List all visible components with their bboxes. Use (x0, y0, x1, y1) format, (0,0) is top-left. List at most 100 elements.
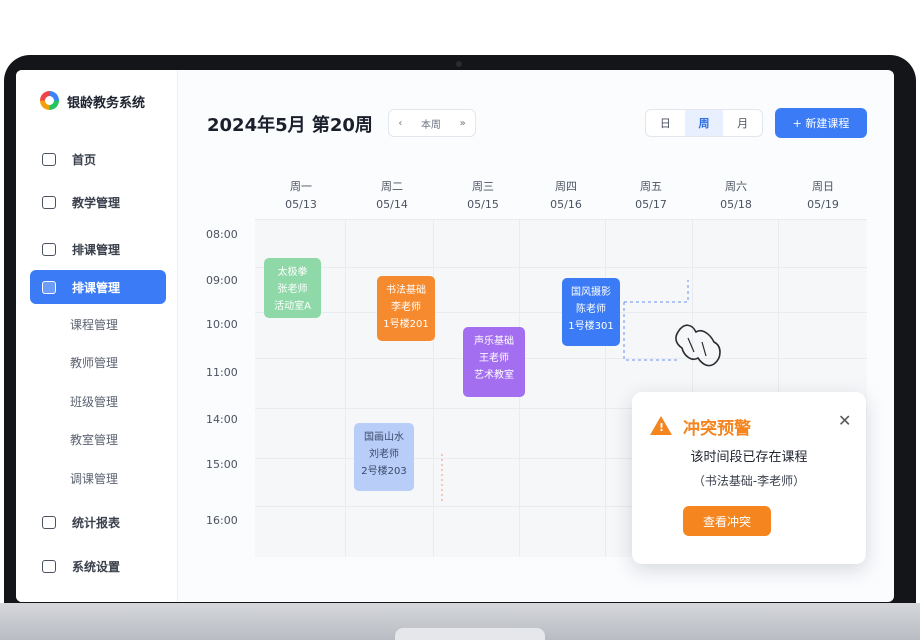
course-teacher: 张老师 (277, 284, 308, 295)
sidebar-item-scheduling[interactable]: 排课管理 (30, 232, 166, 266)
sidebar-item-home[interactable]: 首页 (30, 142, 166, 176)
sidebar: 银龄教务系统 首页 教学管理 排课管理 排课管理 课程管理 教师管理 班级管理 … (16, 70, 178, 602)
time-label: 09:00 (206, 274, 238, 287)
grid-line (255, 219, 867, 220)
calendar-icon (42, 242, 56, 256)
sidebar-item-label: 排课管理 (72, 242, 121, 257)
course-card-calligraphy[interactable]: 书法基础 李老师 1号楼201 (377, 276, 435, 341)
sidebar-item-label: 系统设置 (72, 559, 121, 574)
schedule-icon (42, 280, 56, 294)
app-name: 银龄教务系统 (67, 96, 146, 111)
day-name: 周日 (812, 180, 834, 193)
course-room: 活动室A (274, 301, 311, 312)
week-pager: ‹ 本周 » (388, 109, 476, 137)
grid-line (345, 219, 346, 557)
course-teacher: 王老师 (479, 353, 509, 364)
dialog-title: 冲突预警 (683, 419, 751, 439)
course-card-vocal[interactable]: 声乐基础 王老师 艺术教室 (463, 327, 525, 397)
drag-preview-outline (623, 280, 721, 367)
sidebar-item-settings[interactable]: 系统设置 (30, 549, 166, 583)
grid-line (255, 267, 867, 268)
view-switch: 日 周 月 (645, 109, 763, 137)
day-name: 周三 (472, 180, 494, 193)
sidebar-item-reports[interactable]: 统计报表 (30, 505, 166, 539)
this-week-button[interactable]: 本周 (421, 116, 441, 131)
sub-item-rooms[interactable]: 教室管理 (70, 431, 118, 448)
sidebar-item-scheduling-active[interactable]: 排课管理 (30, 270, 166, 304)
course-card-taiji[interactable]: 太极拳 张老师 活动室A (264, 258, 321, 318)
course-title: 太极拳 (277, 267, 308, 278)
time-label: 16:00 (206, 514, 238, 527)
course-teacher: 陈老师 (576, 304, 606, 315)
day-name: 周六 (725, 180, 747, 193)
course-card-landscape[interactable]: 国画山水 刘老师 2号楼203 (354, 423, 414, 491)
time-label: 08:00 (206, 228, 238, 241)
home-icon (42, 152, 56, 166)
app-logo-icon (40, 91, 59, 110)
day-name: 周五 (640, 180, 662, 193)
day-header-sat: 周六 05/18 (701, 178, 771, 214)
time-label: 14:00 (206, 413, 238, 426)
course-teacher: 刘老师 (369, 449, 399, 460)
course-room: 1号楼301 (568, 321, 614, 332)
course-teacher: 李老师 (391, 302, 421, 313)
grid-line (433, 219, 434, 557)
sub-item-adjust[interactable]: 调课管理 (70, 470, 118, 487)
laptop-notch (395, 628, 545, 640)
day-header-thu: 周四 05/16 (531, 178, 601, 214)
view-conflict-button[interactable]: 查看冲突 (683, 506, 771, 536)
course-title: 书法基础 (386, 285, 426, 296)
sub-item-courses[interactable]: 课程管理 (70, 316, 118, 333)
settings-icon (42, 559, 56, 573)
dialog-message: 该时间段已存在课程 (690, 450, 808, 465)
sidebar-item-label: 首页 (72, 152, 97, 167)
view-week-button[interactable]: 周 (684, 110, 724, 136)
day-header-wed: 周三 05/15 (448, 178, 518, 214)
course-room: 艺术教室 (474, 370, 514, 381)
day-date: 05/19 (807, 198, 839, 211)
grid-line (255, 312, 867, 313)
course-title: 国风摄影 (571, 287, 611, 298)
sub-item-teachers[interactable]: 教师管理 (70, 354, 118, 371)
day-header-tue: 周二 05/14 (357, 178, 427, 214)
day-name: 周四 (555, 180, 577, 193)
view-day-button[interactable]: 日 (646, 110, 685, 136)
prev-week-button[interactable]: ‹ (398, 118, 402, 129)
sidebar-item-teaching[interactable]: 教学管理 (30, 185, 166, 219)
new-course-button[interactable]: + 新建课程 (775, 108, 867, 138)
app-window: 银龄教务系统 首页 教学管理 排课管理 排课管理 课程管理 教师管理 班级管理 … (16, 70, 894, 602)
camera-icon (456, 61, 462, 67)
day-date: 05/18 (720, 198, 752, 211)
sidebar-item-label: 教学管理 (72, 195, 121, 210)
day-header-fri: 周五 05/17 (616, 178, 686, 214)
day-header-sun: 周日 05/19 (788, 178, 858, 214)
course-room: 1号楼201 (383, 319, 429, 330)
day-date: 05/15 (467, 198, 499, 211)
book-icon (42, 195, 56, 209)
sidebar-item-label: 排课管理 (72, 280, 121, 295)
day-header-mon: 周一 05/13 (266, 178, 336, 214)
conflict-warning-dialog: 冲突预警 ✕ 该时间段已存在课程 （书法基础-李老师） 查看冲突 (632, 392, 866, 564)
page-title: 2024年5月 第20周 (207, 115, 373, 136)
day-name: 周一 (290, 180, 312, 193)
dialog-detail: （书法基础-李老师） (692, 474, 806, 488)
time-label: 15:00 (206, 458, 238, 471)
day-date: 05/13 (285, 198, 317, 211)
day-name: 周二 (381, 180, 403, 193)
grid-line (255, 358, 867, 359)
warning-icon (650, 416, 672, 435)
grid-line (605, 219, 606, 557)
day-date: 05/16 (550, 198, 582, 211)
day-date: 05/17 (635, 198, 667, 211)
course-room: 2号楼203 (361, 466, 407, 477)
sub-item-classes[interactable]: 班级管理 (70, 393, 118, 410)
course-title: 声乐基础 (474, 336, 514, 347)
chart-icon (42, 515, 56, 529)
close-icon[interactable]: ✕ (838, 411, 851, 430)
next-week-button[interactable]: » (460, 118, 466, 129)
day-date: 05/14 (376, 198, 408, 211)
sidebar-item-label: 统计报表 (72, 515, 121, 530)
course-title: 国画山水 (364, 432, 404, 443)
course-card-photography[interactable]: 国风摄影 陈老师 1号楼301 (562, 278, 620, 346)
view-month-button[interactable]: 月 (723, 110, 762, 136)
